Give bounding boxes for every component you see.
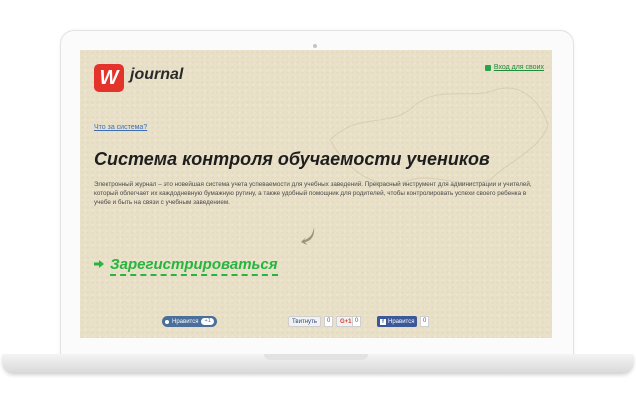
lock-icon	[484, 64, 491, 71]
register-link[interactable]: Зарегистрироваться	[110, 256, 278, 276]
page-headline: Система контроля обучаемости учеников	[94, 149, 490, 169]
gplus-label: G+1	[340, 318, 352, 325]
twitter-count: 0	[324, 316, 334, 327]
login-label: Вход для своих	[493, 64, 544, 71]
description-text: Электронный журнал – это новейшая систем…	[94, 181, 532, 206]
vk-like-label: Нравится	[172, 318, 199, 325]
curved-arrow-icon	[301, 227, 315, 245]
what-is-system-link[interactable]: Что за система?	[94, 124, 147, 131]
logo-letter: W	[99, 67, 119, 89]
facebook-like-label: Нравится	[388, 318, 415, 325]
twitter-label: Твитнуть	[292, 318, 317, 325]
vk-like-button[interactable]: Нравится +1	[162, 316, 217, 327]
facebook-count: 0	[420, 316, 430, 327]
arrow-right-icon	[94, 260, 104, 268]
vk-icon	[165, 319, 169, 324]
twitter-button[interactable]: Твитнуть	[288, 316, 321, 327]
camera-dot	[313, 44, 317, 48]
screen: W journal Вход для своих Что за система?…	[80, 50, 552, 338]
gplus-count: 0	[352, 316, 362, 327]
facebook-like-button[interactable]: f Нравится	[377, 316, 418, 327]
logo-icon[interactable]: W	[94, 64, 124, 92]
facebook-icon: f	[380, 318, 386, 325]
vk-like-count: +1	[201, 318, 214, 325]
login-link[interactable]: Вход для своих	[484, 64, 544, 71]
laptop-notch	[264, 354, 368, 360]
brand-name: journal	[130, 66, 184, 83]
